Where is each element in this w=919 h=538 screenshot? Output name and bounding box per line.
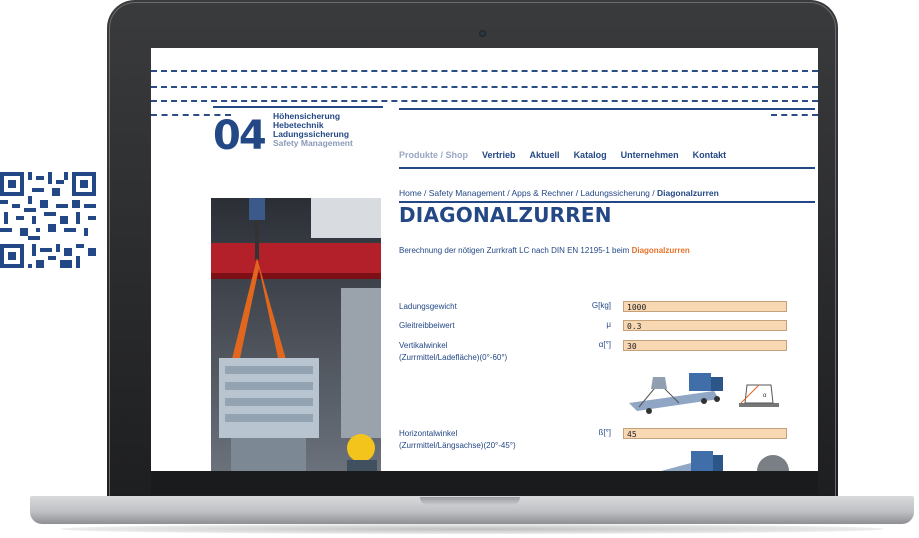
- input-ladungsgewicht[interactable]: 1000: [623, 301, 787, 312]
- truck-diagram-2-icon: [661, 451, 789, 471]
- screen: 04 Höhensicherung Hebetechnik Ladungssic…: [151, 48, 818, 471]
- logo-number[interactable]: 04: [213, 113, 267, 159]
- nav-item-produkte[interactable]: Produkte / Shop: [399, 150, 468, 160]
- label-horizontalwinkel: Horizontalwinkel (Zurrmittel/Längsachse)(…: [399, 429, 516, 450]
- main-nav: Produkte / Shop Vertrieb Aktuell Katalog Unt…: [399, 145, 815, 169]
- screen-bezel-bottom: [151, 471, 818, 495]
- breadcrumb-path[interactable]: Home / Safety Management / Apps & Rechne…: [399, 188, 657, 198]
- input-vertikalwinkel[interactable]: 30: [623, 340, 787, 351]
- crane-photo-icon: [211, 198, 381, 471]
- nav-item-vertrieb[interactable]: Vertrieb: [482, 150, 516, 160]
- symbol-ladungsgewicht: G[kg]: [591, 301, 611, 310]
- nav-item-kontakt[interactable]: Kontakt: [693, 150, 727, 160]
- nav-item-aktuell[interactable]: Aktuell: [530, 150, 560, 160]
- symbol-gleitreibbeiwert: μ: [606, 320, 611, 329]
- truck-diagram-icon: α: [629, 373, 779, 414]
- input-horizontalwinkel[interactable]: 45: [623, 428, 787, 439]
- breadcrumb-current: Diagonalzurren: [656, 188, 719, 198]
- symbol-horizontalwinkel: ß[°]: [598, 428, 611, 437]
- svg-text:α: α: [763, 393, 767, 399]
- page-description: Berechnung der nötigen Zurrkraft LC nach…: [399, 246, 690, 255]
- logo-tagline: Höhensicherung Hebetechnik Ladungssicher…: [273, 111, 353, 148]
- laptop-notch: [420, 497, 520, 505]
- nav-item-katalog[interactable]: Katalog: [574, 150, 607, 160]
- input-gleitreibbeiwert[interactable]: 0.3: [623, 320, 787, 331]
- breadcrumb: Home / Safety Management / Apps & Rechne…: [399, 188, 719, 198]
- label-ladungsgewicht: Ladungsgewicht: [399, 302, 457, 311]
- label-gleitreibbeiwert: Gleitreibbeiwert: [399, 321, 455, 330]
- page-title: DIAGONALZURREN: [399, 203, 612, 227]
- nav-item-unternehmen[interactable]: Unternehmen: [621, 150, 679, 160]
- qr-code-icon: [0, 172, 96, 268]
- webcam-icon: [479, 30, 486, 37]
- label-vertikalwinkel: Vertikalwinkel (Zurrmittel/Ladefläche)(0°…: [399, 341, 508, 362]
- symbol-vertikalwinkel: α[°]: [598, 340, 611, 349]
